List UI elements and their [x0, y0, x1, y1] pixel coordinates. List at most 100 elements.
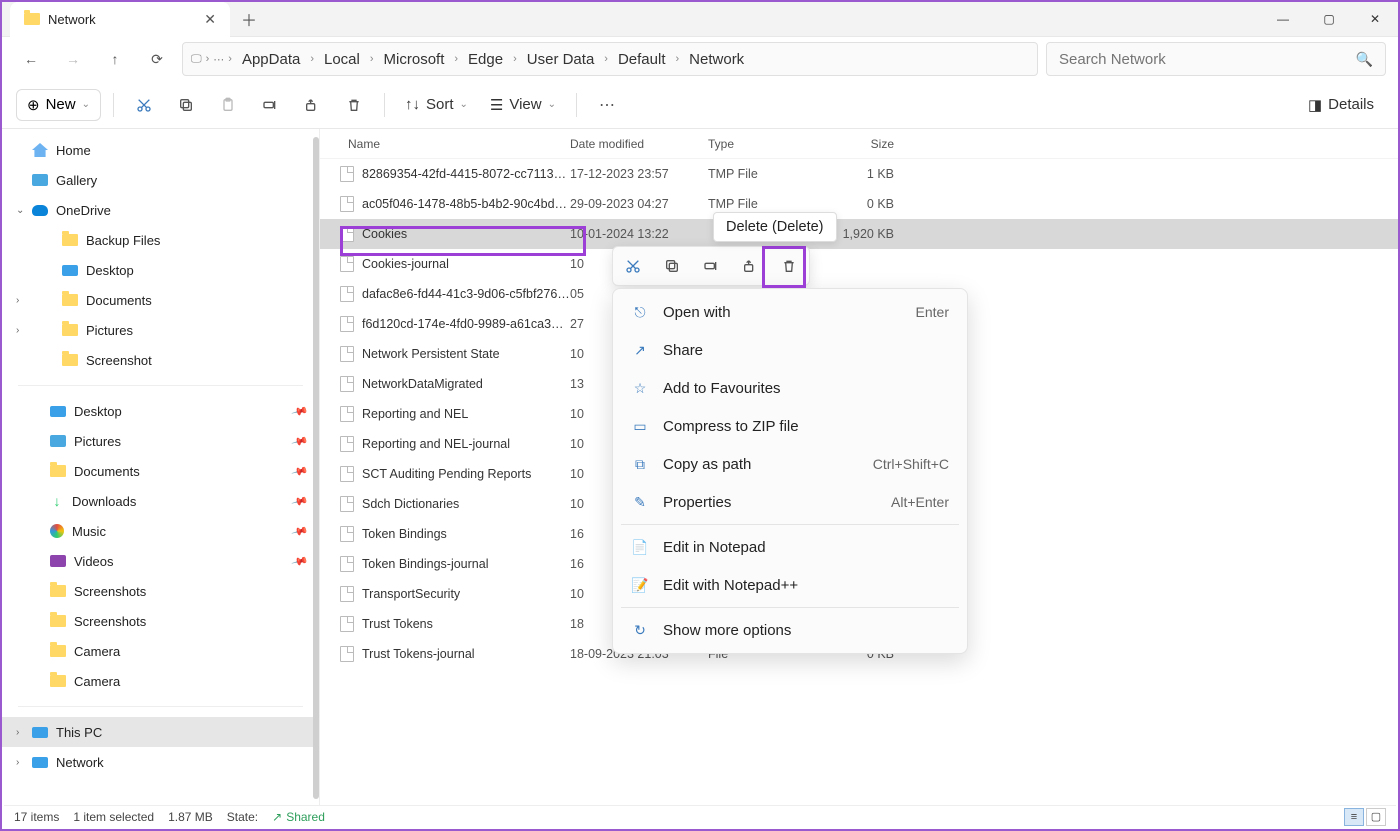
ctx-cut-button[interactable] [619, 252, 647, 280]
close-button[interactable]: ✕ [1352, 2, 1398, 37]
file-icon [340, 406, 354, 422]
tab-network[interactable]: Network ✕ [10, 2, 230, 37]
minimize-button[interactable]: ― [1260, 2, 1306, 37]
sidebar-documents-od[interactable]: ›Documents [2, 285, 319, 315]
sidebar-documents[interactable]: Documents📌 [2, 456, 319, 486]
up-button[interactable]: ↑ [98, 42, 132, 76]
sidebar-home[interactable]: Home [2, 135, 319, 165]
sidebar-camera1[interactable]: Camera [2, 636, 319, 666]
ctx-properties[interactable]: ✎PropertiesAlt+Enter [613, 483, 967, 521]
ctx-edit-npp[interactable]: 📝Edit with Notepad++ [613, 566, 967, 604]
sidebar-camera2[interactable]: Camera [2, 666, 319, 696]
chevron-right-icon[interactable]: › [16, 757, 19, 768]
file-row[interactable]: Cookies 10-01-2024 13:22 1,920 KB [320, 219, 1398, 249]
delete-tooltip: Delete (Delete) [713, 212, 837, 242]
sidebar-screenshots2[interactable]: Screenshots [2, 606, 319, 636]
view-large-toggle[interactable]: ▢ [1366, 808, 1386, 826]
home-icon [32, 143, 48, 157]
sidebar-onedrive[interactable]: ⌄OneDrive [2, 195, 319, 225]
breadcrumb-userdata[interactable]: User Data [521, 49, 601, 70]
breadcrumb-microsoft[interactable]: Microsoft [378, 49, 451, 70]
back-button[interactable]: ← [14, 42, 48, 76]
view-icon: ☰ [490, 96, 503, 114]
ctx-share-button[interactable] [736, 252, 764, 280]
file-row[interactable]: Cookies-journal 10 [320, 249, 1398, 279]
view-details-toggle[interactable]: ≡ [1344, 808, 1364, 826]
ctx-copy-button[interactable] [658, 252, 686, 280]
file-name: Reporting and NEL [362, 407, 468, 421]
more-button[interactable]: ⋯ [589, 87, 625, 123]
network-icon [32, 757, 48, 768]
breadcrumb-edge[interactable]: Edge [462, 49, 509, 70]
sidebar-videos[interactable]: Videos📌 [2, 546, 319, 576]
ctx-copy-path[interactable]: ⧉Copy as pathCtrl+Shift+C [613, 445, 967, 483]
chevron-right-icon[interactable]: › [16, 325, 19, 336]
sidebar-network[interactable]: ›Network [2, 747, 319, 777]
ctx-show-more[interactable]: ↻Show more options [613, 611, 967, 649]
sidebar-music[interactable]: Music📌 [2, 516, 319, 546]
close-tab-icon[interactable]: ✕ [204, 11, 216, 28]
sidebar-downloads[interactable]: ↓Downloads📌 [2, 486, 319, 516]
rename-button[interactable] [252, 87, 288, 123]
ctx-favourites[interactable]: ☆Add to Favourites [613, 369, 967, 407]
share-button[interactable] [294, 87, 330, 123]
column-name[interactable]: Name [320, 137, 570, 151]
forward-button[interactable]: → [56, 42, 90, 76]
breadcrumbs[interactable]: 🖵 › ⋯ › AppData› Local› Microsoft› Edge›… [182, 42, 1038, 76]
folder-icon [50, 675, 66, 687]
more-icon[interactable]: ⋯ [213, 53, 224, 66]
column-date[interactable]: Date modified [570, 137, 708, 151]
sidebar-this-pc[interactable]: ›This PC [2, 717, 319, 747]
copy-button[interactable] [168, 87, 204, 123]
sidebar-pictures-od[interactable]: ›Pictures [2, 315, 319, 345]
file-icon [340, 616, 354, 632]
file-name: Reporting and NEL-journal [362, 437, 510, 451]
chevron-right-icon[interactable]: › [16, 727, 19, 738]
breadcrumb-appdata[interactable]: AppData [236, 49, 306, 70]
download-icon: ↓ [50, 494, 64, 508]
file-name: dafac8e6-fd44-41c3-9d06-c5fbf276f4d7.t..… [362, 287, 570, 301]
sidebar-screenshots1[interactable]: Screenshots [2, 576, 319, 606]
status-count: 17 items [14, 810, 59, 824]
ctx-edit-notepad[interactable]: 📄Edit in Notepad [613, 528, 967, 566]
new-tab-button[interactable]: ＋ [234, 4, 264, 34]
ctx-open-with[interactable]: ⎋Open withEnter [613, 293, 967, 331]
search-icon[interactable]: 🔍 [1356, 51, 1373, 68]
breadcrumb-default[interactable]: Default [612, 49, 672, 70]
folder-icon [62, 354, 78, 366]
column-type[interactable]: Type [708, 137, 826, 151]
sidebar-pictures[interactable]: Pictures📌 [2, 426, 319, 456]
sidebar-desktop[interactable]: Desktop📌 [2, 396, 319, 426]
sort-button[interactable]: ↑↓ Sort ⌄ [397, 92, 476, 117]
maximize-button[interactable]: ▢ [1306, 2, 1352, 37]
file-row[interactable]: 82869354-42fd-4415-8072-cc71137bca6f... … [320, 159, 1398, 189]
refresh-button[interactable]: ⟳ [140, 42, 174, 76]
ctx-rename-button[interactable] [697, 252, 725, 280]
breadcrumb-network[interactable]: Network [683, 49, 750, 70]
breadcrumb-local[interactable]: Local [318, 49, 366, 70]
toolbar: ⊕ New ⌄ ↑↓ Sort ⌄ ☰ View ⌄ ⋯ ◨ Details [2, 81, 1398, 129]
ctx-zip[interactable]: ▭Compress to ZIP file [613, 407, 967, 445]
sidebar-screenshot-od[interactable]: Screenshot [2, 345, 319, 375]
delete-button[interactable] [336, 87, 372, 123]
video-icon [50, 555, 66, 567]
new-button[interactable]: ⊕ New ⌄ [16, 89, 101, 121]
search-box[interactable]: 🔍 [1046, 42, 1386, 76]
sidebar-desktop-od[interactable]: Desktop [2, 255, 319, 285]
chevron-down-icon[interactable]: ⌄ [16, 205, 24, 216]
view-button[interactable]: ☰ View ⌄ [482, 92, 564, 118]
search-input[interactable] [1059, 51, 1356, 68]
details-button[interactable]: ◨ Details [1298, 92, 1384, 118]
sidebar-gallery[interactable]: Gallery [2, 165, 319, 195]
file-row[interactable]: ac05f046-1478-48b5-b4b2-90c4bdaa186... 2… [320, 189, 1398, 219]
sidebar-backup[interactable]: Backup Files [2, 225, 319, 255]
column-size[interactable]: Size [826, 137, 906, 151]
chevron-right-icon[interactable]: › [16, 295, 19, 306]
cut-button[interactable] [126, 87, 162, 123]
folder-icon [50, 645, 66, 657]
paste-button[interactable] [210, 87, 246, 123]
chevron-right-icon[interactable]: › [206, 53, 210, 65]
ctx-share[interactable]: ↗Share [613, 331, 967, 369]
pc-icon[interactable]: 🖵 [191, 53, 202, 66]
ctx-delete-button[interactable] [775, 252, 803, 280]
